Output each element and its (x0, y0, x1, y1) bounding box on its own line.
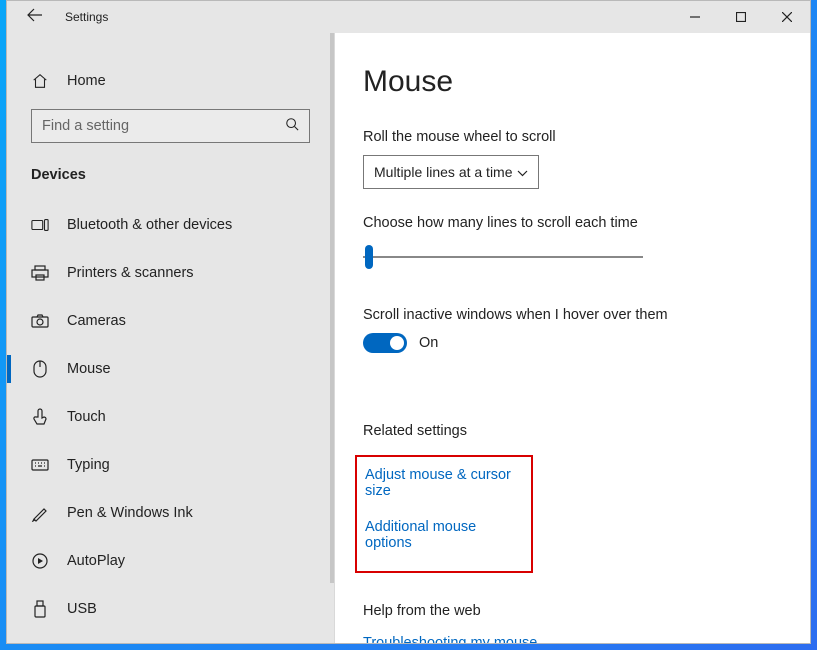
window-controls (672, 1, 810, 33)
sidebar-item-touch[interactable]: Touch (7, 393, 334, 441)
sidebar-home-label: Home (67, 73, 106, 89)
slider-track (363, 256, 643, 258)
printer-icon (31, 265, 49, 281)
back-button[interactable] (27, 8, 43, 26)
touch-icon (31, 408, 49, 426)
slider-thumb[interactable] (365, 245, 373, 269)
minimize-button[interactable] (672, 1, 718, 33)
home-icon (31, 72, 49, 90)
inactive-state: On (419, 335, 438, 351)
maximize-button[interactable] (718, 1, 764, 33)
sidebar-item-cameras[interactable]: Cameras (7, 297, 334, 345)
scroll-wheel-value: Multiple lines at a time (374, 164, 513, 180)
sidebar-item-bluetooth[interactable]: Bluetooth & other devices (7, 201, 334, 249)
sidebar-item-label: USB (67, 601, 97, 617)
sidebar-category: Devices (7, 143, 334, 191)
sidebar-item-label: AutoPlay (67, 553, 125, 569)
help-title: Help from the web (363, 603, 810, 619)
sidebar-home[interactable]: Home (7, 63, 334, 99)
scroll-wheel-label: Roll the mouse wheel to scroll (363, 129, 810, 145)
sidebar: Home Devices Bluetooth & other devices (7, 33, 335, 643)
titlebar: Settings (7, 1, 810, 33)
sidebar-scrollbar[interactable] (330, 33, 334, 583)
related-settings-title: Related settings (363, 423, 810, 439)
sidebar-item-label: Bluetooth & other devices (67, 217, 232, 233)
inactive-label: Scroll inactive windows when I hover ove… (363, 307, 810, 323)
devices-icon (31, 218, 49, 232)
sidebar-item-label: Cameras (67, 313, 126, 329)
window-title: Settings (65, 10, 108, 24)
inactive-toggle[interactable] (363, 333, 407, 353)
search-input[interactable] (42, 118, 285, 134)
sidebar-item-label: Touch (67, 409, 106, 425)
sidebar-item-pen[interactable]: Pen & Windows Ink (7, 489, 334, 537)
settings-window: Settings Home D (6, 0, 811, 644)
sidebar-nav: Bluetooth & other devices Printers & sca… (7, 201, 334, 633)
sidebar-item-autoplay[interactable]: AutoPlay (7, 537, 334, 585)
lines-label: Choose how many lines to scroll each tim… (363, 215, 810, 231)
search-icon (285, 117, 299, 135)
usb-icon (31, 600, 49, 618)
camera-icon (31, 314, 49, 328)
scroll-wheel-select[interactable]: Multiple lines at a time (363, 155, 539, 189)
link-troubleshoot[interactable]: Troubleshooting my mouse (363, 635, 810, 643)
sidebar-item-label: Pen & Windows Ink (67, 505, 193, 521)
close-button[interactable] (764, 1, 810, 33)
sidebar-item-typing[interactable]: Typing (7, 441, 334, 489)
content-pane: Mouse Roll the mouse wheel to scroll Mul… (335, 33, 810, 643)
highlight-box: Adjust mouse & cursor size Additional mo… (355, 455, 533, 573)
lines-slider[interactable] (363, 245, 643, 269)
keyboard-icon (31, 459, 49, 471)
sidebar-item-label: Printers & scanners (67, 265, 194, 281)
pen-icon (31, 504, 49, 522)
sidebar-item-mouse[interactable]: Mouse (7, 345, 334, 393)
page-title: Mouse (363, 65, 810, 99)
link-additional-options[interactable]: Additional mouse options (365, 519, 519, 551)
autoplay-icon (31, 553, 49, 569)
link-adjust-cursor[interactable]: Adjust mouse & cursor size (365, 467, 519, 499)
mouse-icon (31, 360, 49, 378)
chevron-down-icon (517, 164, 528, 180)
sidebar-item-printers[interactable]: Printers & scanners (7, 249, 334, 297)
sidebar-item-usb[interactable]: USB (7, 585, 334, 633)
search-box[interactable] (31, 109, 310, 143)
sidebar-item-label: Mouse (67, 361, 111, 377)
sidebar-item-label: Typing (67, 457, 110, 473)
